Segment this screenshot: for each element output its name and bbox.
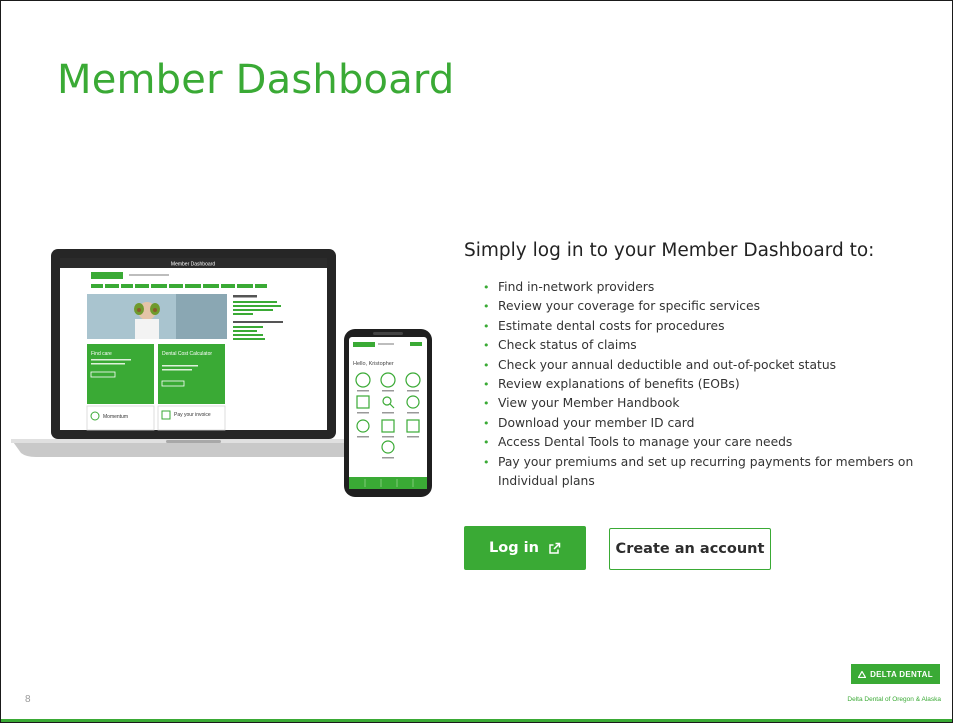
phone-bottom-nav xyxy=(349,477,427,489)
bottom-accent-line xyxy=(1,719,952,722)
page-number: 8 xyxy=(25,694,31,705)
laptop-card-momentum-text: Momentum xyxy=(103,414,128,420)
list-item: Access Dental Tools to manage your care … xyxy=(473,433,943,453)
list-item: Review explanations of benefits (EOBs) xyxy=(473,375,943,395)
delta-dental-logo: DELTA DENTAL xyxy=(851,664,940,684)
create-account-button[interactable]: Create an account xyxy=(609,528,771,570)
laptop-card-find-care-text: Find care xyxy=(91,351,112,357)
phone-logo xyxy=(353,342,375,347)
list-item: Find in-network providers xyxy=(473,278,943,298)
laptop-card-pay xyxy=(157,405,226,431)
list-item: Check status of claims xyxy=(473,336,943,356)
feature-list: Find in-network providers Review your co… xyxy=(473,278,943,491)
laptop-header-text: Member Dashboard xyxy=(171,262,215,268)
login-button-label: Log in xyxy=(489,540,539,556)
list-item: Review your coverage for specific servic… xyxy=(473,297,943,317)
laptop-card-pay-text: Pay your invoice xyxy=(174,412,211,418)
delta-triangle-icon xyxy=(858,670,867,678)
list-item: Check your annual deductible and out-of-… xyxy=(473,356,943,376)
list-item: Pay your premiums and set up recurring p… xyxy=(473,453,943,492)
laptop-logo-sub xyxy=(129,274,169,276)
features-heading: Simply log in to your Member Dashboard t… xyxy=(464,240,875,261)
phone-greeting: Hello, Kristopher xyxy=(353,361,394,367)
laptop-nav-tabs xyxy=(91,284,267,288)
slide-title: Member Dashboard xyxy=(57,57,455,103)
laptop-card-cost-text: Dental Cost Calculator xyxy=(162,351,212,357)
devices-illustration: Member Dashboard Find care Dental Cost C… xyxy=(1,241,446,501)
logo-text: DELTA DENTAL xyxy=(870,669,933,679)
login-button[interactable]: Log in xyxy=(464,526,586,570)
slide: Member Dashboard Member Dashboard Find c… xyxy=(0,0,953,723)
external-link-icon xyxy=(548,542,561,555)
logo-caption: Delta Dental of Oregon & Alaska xyxy=(847,696,941,703)
laptop-logo xyxy=(91,272,123,279)
laptop-phone-illustration: Member Dashboard Find care Dental Cost C… xyxy=(11,249,432,497)
list-item: View your Member Handbook xyxy=(473,394,943,414)
list-item: Estimate dental costs for procedures xyxy=(473,317,943,337)
list-item: Download your member ID card xyxy=(473,414,943,434)
